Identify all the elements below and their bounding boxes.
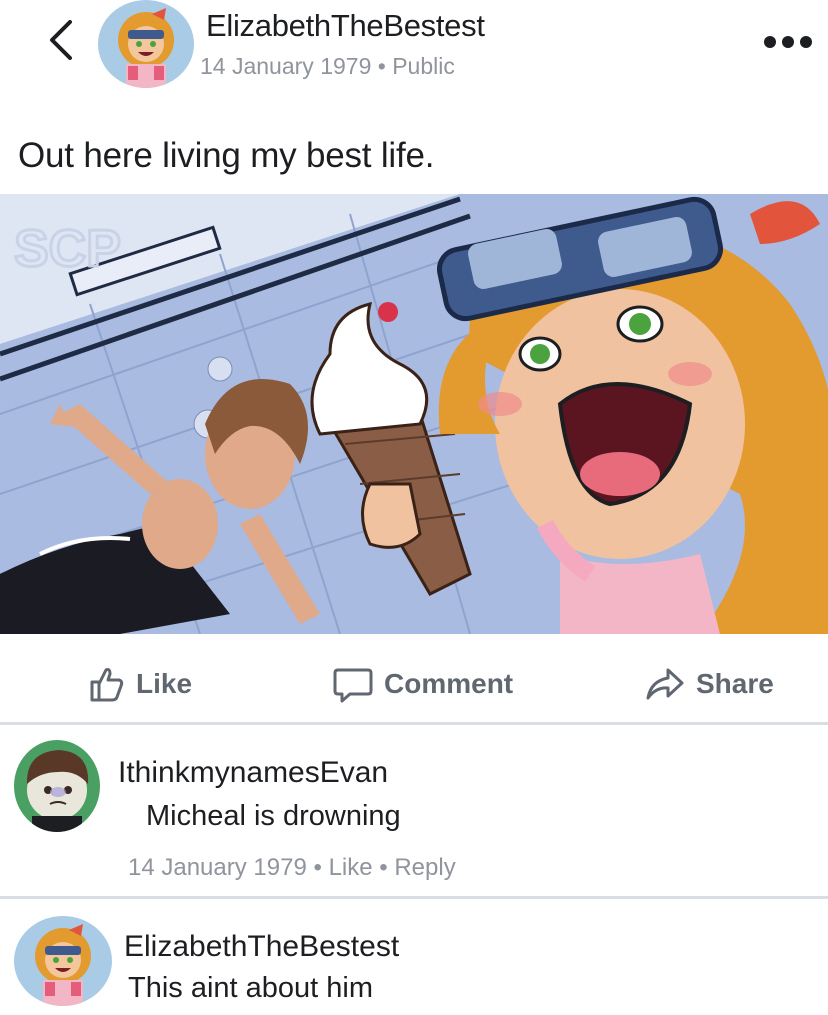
comment-text: This aint about him xyxy=(128,972,374,1004)
action-bar: Like Comment Share xyxy=(0,650,828,718)
meta-separator: • xyxy=(371,53,393,79)
more-dots-icon xyxy=(764,36,812,48)
divider xyxy=(0,722,828,725)
share-button[interactable]: Share xyxy=(644,650,774,718)
comment-date: 14 January 1979 xyxy=(128,854,307,881)
post-header: ElizabethTheBestest 14 January 1979 • Pu… xyxy=(0,0,828,100)
post-date[interactable]: 14 January 1979 xyxy=(200,53,371,79)
comment-author[interactable]: IthinkmynamesEvan xyxy=(118,756,388,790)
comment-like-link[interactable]: Like xyxy=(329,854,373,881)
divider xyxy=(0,896,828,899)
post-text: Out here living my best life. xyxy=(18,136,435,175)
like-label: Like xyxy=(136,668,193,699)
image-watermark: SCP xyxy=(14,220,121,278)
thumbs-up-icon xyxy=(90,668,124,702)
post-visibility: Public xyxy=(392,53,455,79)
meta-separator: • xyxy=(306,854,329,881)
meta-separator: • xyxy=(372,854,395,881)
comment-item: IthinkmynamesEvan Micheal is drowning 14… xyxy=(0,740,828,890)
comment-label: Comment xyxy=(384,668,514,699)
comment-text: Micheal is drowning xyxy=(146,800,401,832)
share-arrow-icon xyxy=(646,668,684,700)
avatar[interactable] xyxy=(98,0,194,88)
comment-reply-link[interactable]: Reply xyxy=(394,854,455,881)
post-meta: 14 January 1979 • Public xyxy=(200,53,455,80)
chevron-left-icon xyxy=(50,20,72,60)
post-image[interactable]: SCP xyxy=(0,194,828,634)
comment-meta: 14 January 1979 • Like • Reply xyxy=(128,854,456,882)
back-button[interactable] xyxy=(40,12,84,68)
avatar[interactable] xyxy=(14,740,100,832)
speech-bubble-icon xyxy=(333,668,373,703)
more-options-button[interactable] xyxy=(756,24,820,60)
comment-button[interactable]: Comment xyxy=(332,650,513,718)
comment-item: ElizabethTheBestest This aint about him xyxy=(0,912,828,1012)
comment-author[interactable]: ElizabethTheBestest xyxy=(124,930,399,964)
post-author-name[interactable]: ElizabethTheBestest xyxy=(206,8,485,44)
avatar[interactable] xyxy=(14,916,112,1006)
share-label: Share xyxy=(696,668,774,699)
like-button[interactable]: Like xyxy=(86,650,192,718)
